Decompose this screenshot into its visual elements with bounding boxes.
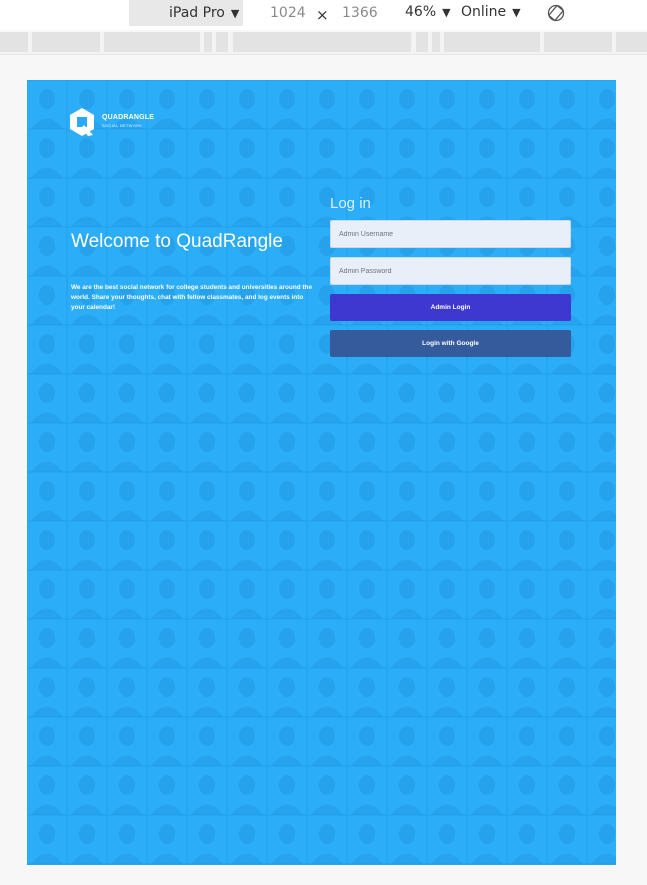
device-select[interactable]: iPad Pro ▼ xyxy=(129,0,243,26)
logo-q-icon xyxy=(70,108,94,136)
chevron-down-icon: ▼ xyxy=(230,7,240,20)
network-throttle-select[interactable]: Online ▼ xyxy=(461,4,521,20)
ruler-segment[interactable] xyxy=(544,32,612,52)
network-throttle-label: Online xyxy=(461,4,507,20)
ruler-segment[interactable] xyxy=(416,32,428,52)
ruler-segment[interactable] xyxy=(204,32,212,52)
login-heading: Log in xyxy=(330,195,371,212)
device-toolbar: iPad Pro ▼ 1024 × 1366 46% ▼ Online ▼ xyxy=(0,0,647,30)
admin-login-button[interactable]: Admin Login xyxy=(330,294,571,321)
ruler-segment[interactable] xyxy=(616,32,647,52)
zoom-select-label: 46% xyxy=(405,4,437,20)
welcome-description: We are the best social network for colle… xyxy=(71,284,313,311)
media-query-ruler xyxy=(0,32,647,55)
dimension-separator: × xyxy=(316,6,329,24)
google-login-button[interactable]: Login with Google xyxy=(330,330,571,357)
ruler-segment[interactable] xyxy=(444,32,540,52)
chevron-down-icon: ▼ xyxy=(512,6,521,19)
ruler-segment[interactable] xyxy=(0,32,28,52)
logo-name: QUADRANGLE xyxy=(102,114,155,121)
ruler-segment[interactable] xyxy=(104,32,200,52)
zoom-select[interactable]: 46% ▼ xyxy=(405,4,451,20)
viewport-width-value[interactable]: 1024 xyxy=(270,5,306,21)
chevron-down-icon: ▼ xyxy=(442,6,451,19)
ruler-segment[interactable] xyxy=(233,32,411,52)
viewport-height-value[interactable]: 1366 xyxy=(342,5,378,21)
ruler-segment[interactable] xyxy=(216,32,228,52)
quadrangle-logo[interactable]: QUADRANGLE SOCIAL NETWORK xyxy=(67,107,167,137)
rotate-icon[interactable] xyxy=(546,3,566,23)
background-photo-pattern xyxy=(27,80,616,865)
device-viewport: QUADRANGLE SOCIAL NETWORK Welcome to Qua… xyxy=(27,80,616,865)
admin-password-input[interactable] xyxy=(330,257,571,285)
logo-subtitle: SOCIAL NETWORK xyxy=(102,123,143,128)
admin-username-input[interactable] xyxy=(330,220,571,248)
ruler-segment[interactable] xyxy=(32,32,100,52)
device-select-label: iPad Pro xyxy=(169,5,225,21)
ruler-segment[interactable] xyxy=(432,32,440,52)
welcome-title: Welcome to QuadRangle xyxy=(71,231,283,252)
